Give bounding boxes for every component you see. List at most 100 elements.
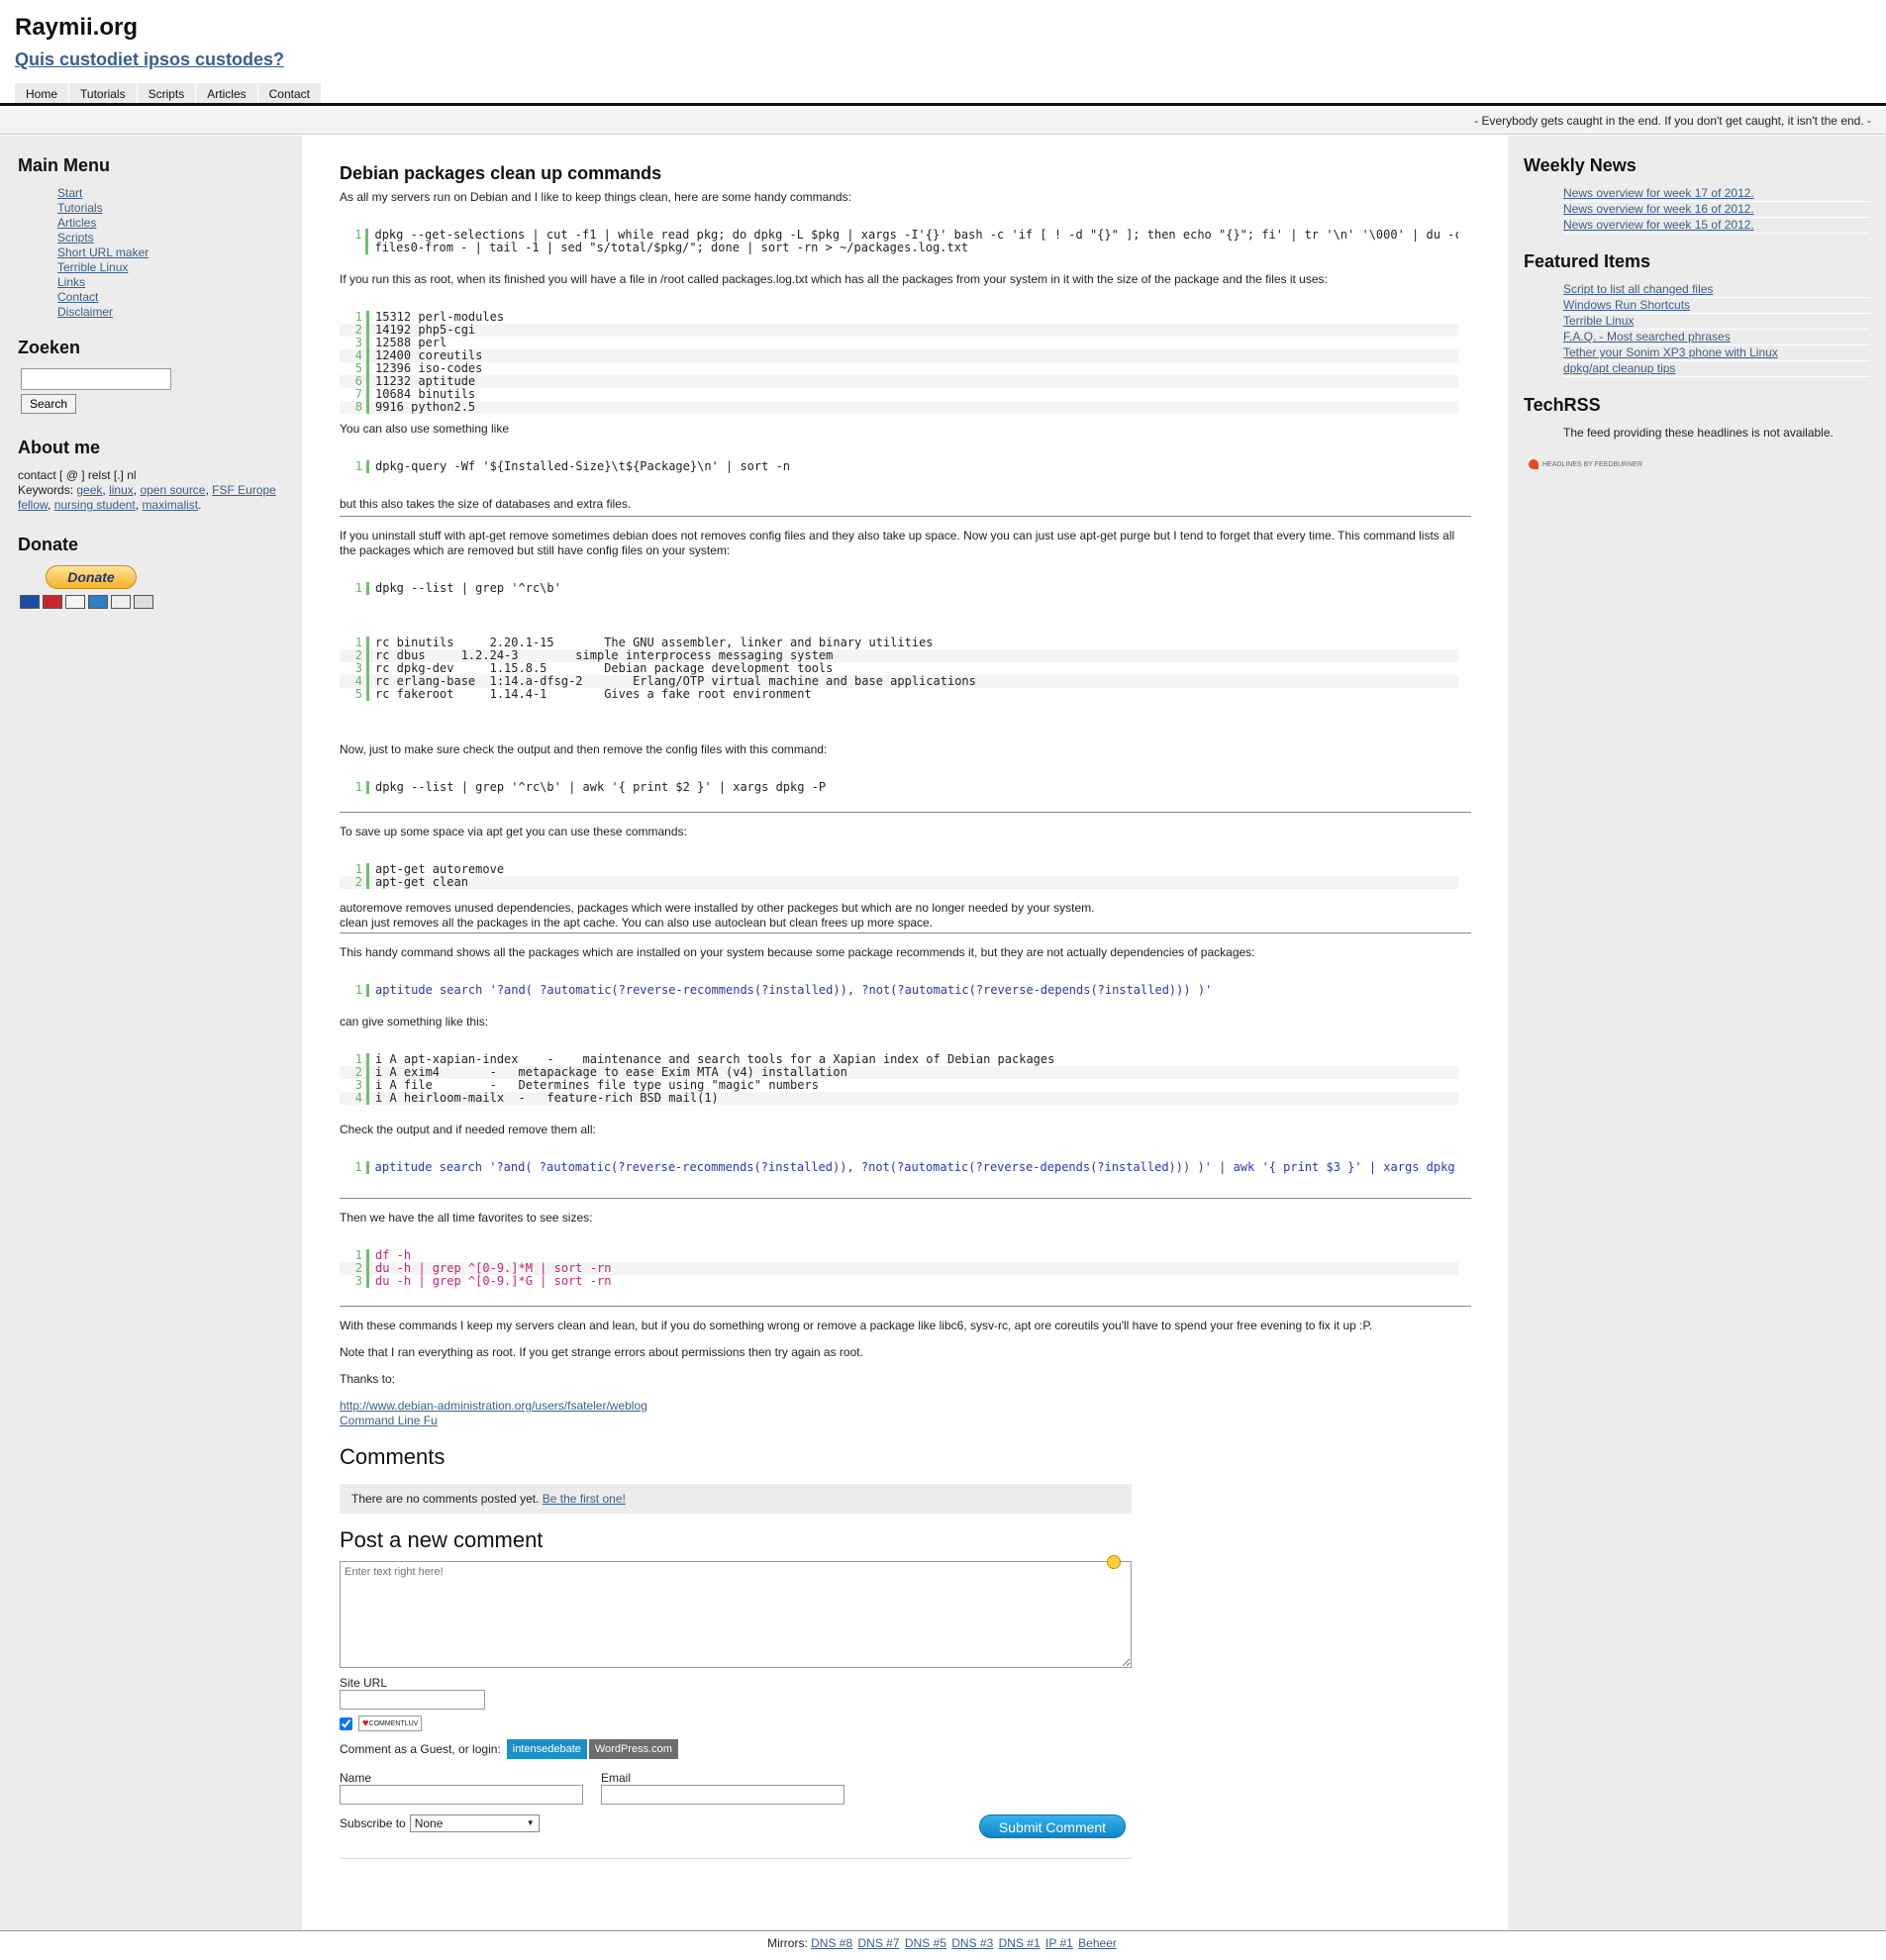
code-block: 1i A apt-xapian-index - maintenance and … xyxy=(340,1053,1458,1105)
featured-item[interactable]: Script to list all changed files xyxy=(1563,282,1713,296)
article-title: Debian packages clean up commands xyxy=(340,163,662,183)
menu-articles[interactable]: Articles xyxy=(57,216,96,230)
about-contact: contact [ @ ] relst [.] nl xyxy=(18,468,137,482)
weekly-news-list: News overview for week 17 of 2012. News … xyxy=(1524,186,1870,234)
code-line: 3i A file - Determines file type using "… xyxy=(340,1079,1458,1092)
weekly-news-item[interactable]: News overview for week 17 of 2012. xyxy=(1563,186,1754,200)
code-line: 3 12588 perl xyxy=(340,337,1458,349)
mirror-link[interactable]: DNS #3 xyxy=(951,1936,993,1950)
code-line: 6 11232 aptitude xyxy=(340,375,1458,388)
name-label: Name xyxy=(340,1771,372,1785)
keyword-link[interactable]: nursing student xyxy=(54,498,136,512)
weekly-news-title: Weekly News xyxy=(1524,155,1637,175)
weekly-news-item[interactable]: News overview for week 16 of 2012. xyxy=(1563,202,1754,216)
intensedebate-login-button[interactable]: intensedebate xyxy=(506,1739,587,1759)
code-block: 1 dpkg --list | grep '^rc\b' xyxy=(340,582,1458,595)
feedburner-label: HEADLINES BY FEEDBURNER xyxy=(1542,460,1643,468)
paragraph: This handy command shows all the package… xyxy=(340,945,1255,959)
commentluv-badge[interactable]: ♥ COMMENTLUV xyxy=(358,1715,423,1731)
featured-item[interactable]: dpkg/apt cleanup tips xyxy=(1563,361,1675,375)
keyword-link[interactable]: open source xyxy=(140,483,205,497)
no-comments-box: There are no comments posted yet. Be the… xyxy=(340,1484,1132,1514)
code-line: 1 dpkg-query -Wf '${Installed-Size}\t${Pa… xyxy=(340,460,1458,473)
menu-terrible-linux[interactable]: Terrible Linux xyxy=(57,260,128,274)
thanks-links: http://www.debian-administration.org/use… xyxy=(340,1399,1473,1428)
submit-comment-button[interactable]: Submit Comment xyxy=(979,1814,1126,1838)
site-tagline-link[interactable]: Quis custodiet ipsos custodes? xyxy=(15,49,284,70)
post-comment-title: Post a new comment xyxy=(340,1527,544,1552)
menu-links[interactable]: Links xyxy=(57,275,85,289)
commentluv-checkbox[interactable] xyxy=(340,1716,352,1730)
mastercard-icon xyxy=(43,595,62,609)
featured-item[interactable]: Terrible Linux xyxy=(1563,314,1634,328)
weekly-news-item[interactable]: News overview for week 15 of 2012. xyxy=(1563,218,1754,232)
menu-disclaimer[interactable]: Disclaimer xyxy=(57,305,113,319)
menu-short-url-maker[interactable]: Short URL maker xyxy=(57,245,149,259)
code-text: dpkg --get-selections | cut -f1 | while … xyxy=(374,229,1458,254)
name-input[interactable] xyxy=(340,1785,583,1805)
code-line: 2 apt-get clean xyxy=(340,876,1458,889)
menu-start[interactable]: Start xyxy=(57,186,82,200)
keyword-link[interactable]: maximalist xyxy=(142,498,198,512)
code-block: 1 dpkg-query -Wf '${Installed-Size}\t${Pa… xyxy=(340,460,1458,473)
code-line: 1 aptitude search '?and( ?automatic(?reve… xyxy=(340,984,1458,997)
mirror-link[interactable]: DNS #1 xyxy=(999,1936,1041,1950)
menu-scripts[interactable]: Scripts xyxy=(57,231,94,245)
mirror-link[interactable]: DNS #7 xyxy=(858,1936,900,1950)
comments-title: Comments xyxy=(340,1444,446,1469)
paragraph: You can also use something like xyxy=(340,422,509,436)
mirror-link[interactable]: DNS #5 xyxy=(905,1936,946,1950)
about-title: About me xyxy=(18,438,100,457)
code-line: 1 aptitude search '?and( ?automatic(?reve… xyxy=(340,1161,1458,1174)
smiley-icon[interactable] xyxy=(1107,1555,1121,1569)
donate-title: Donate xyxy=(18,535,79,554)
thanks-link-debian-admin[interactable]: http://www.debian-administration.org/use… xyxy=(340,1399,647,1413)
nav-scripts[interactable]: Scripts xyxy=(137,83,196,104)
code-line: 4 12400 coreutils xyxy=(340,349,1458,362)
code-line: 2 du -h | grep ^[0-9.]*M | sort -rn xyxy=(340,1262,1458,1275)
wordpress-login-button[interactable]: WordPress.com xyxy=(588,1739,678,1759)
comment-as-label: Comment as a Guest, or login: xyxy=(340,1742,501,1756)
code-line: 1 apt-get autoremove xyxy=(340,863,1458,876)
divider xyxy=(340,516,1471,517)
login-row: Comment as a Guest, or login: intensedeb… xyxy=(340,1739,1132,1759)
menu-contact[interactable]: Contact xyxy=(57,290,98,304)
code-block: 1 aptitude search '?and( ?automatic(?reve… xyxy=(340,1161,1458,1174)
search-button[interactable]: Search xyxy=(21,394,77,414)
search-input[interactable] xyxy=(21,368,171,390)
nav-home[interactable]: Home xyxy=(15,83,69,104)
menu-tutorials[interactable]: Tutorials xyxy=(57,201,103,215)
commentluv-row: ♥ COMMENTLUV xyxy=(340,1715,1132,1731)
feedburner-badge[interactable]: HEADLINES BY FEEDBURNER xyxy=(1529,459,1870,469)
featured-item[interactable]: Windows Run Shortcuts xyxy=(1563,298,1690,312)
mirror-link[interactable]: Beheer xyxy=(1078,1936,1117,1950)
code-line: 2 rc dbus 1.2.24-3 simple interprocess me… xyxy=(340,649,1458,662)
featured-item[interactable]: F.A.Q. - Most searched phrases xyxy=(1563,330,1731,343)
comment-textarea[interactable] xyxy=(340,1561,1132,1668)
no-comments-text: There are no comments posted yet. xyxy=(351,1492,540,1506)
mirror-link[interactable]: DNS #8 xyxy=(811,1936,852,1950)
be-first-link[interactable]: Be the first one! xyxy=(543,1492,626,1506)
code-line: 1i A apt-xapian-index - maintenance and … xyxy=(340,1053,1458,1066)
donate-button[interactable]: Donate xyxy=(46,565,137,589)
right-sidebar: Weekly News News overview for week 17 of… xyxy=(1508,136,1886,1930)
paragraph: can give something like this: xyxy=(340,1015,489,1029)
code-line: 1 dpkg --list | grep '^rc\b' xyxy=(340,582,1458,595)
featured-item[interactable]: Tether your Sonim XP3 phone with Linux xyxy=(1563,345,1778,359)
site-header: Raymii.org Quis custodiet ipsos custodes… xyxy=(0,0,1886,106)
thanks-link-commandlinefu[interactable]: Command Line Fu xyxy=(340,1414,438,1427)
site-title: Raymii.org xyxy=(15,14,139,41)
email-input[interactable] xyxy=(601,1785,844,1805)
site-url-input[interactable] xyxy=(340,1690,485,1710)
nav-articles[interactable]: Articles xyxy=(196,83,257,104)
paragraph: clean just removes all the packages in t… xyxy=(340,916,934,930)
mirror-link[interactable]: IP #1 xyxy=(1045,1936,1073,1950)
code-line: 1 dpkg --get-selections | cut -f1 | while… xyxy=(340,229,1458,254)
nav-contact[interactable]: Contact xyxy=(257,83,321,104)
nav-tutorials[interactable]: Tutorials xyxy=(69,83,137,104)
keyword-link[interactable]: geek xyxy=(76,483,102,497)
keyword-link[interactable]: linux xyxy=(109,483,134,497)
subscribe-select[interactable]: None ▼ xyxy=(409,1814,540,1832)
paragraph: With these commands I keep my servers cl… xyxy=(340,1319,1373,1332)
main-content: Debian packages clean up commands As all… xyxy=(340,163,1473,1859)
